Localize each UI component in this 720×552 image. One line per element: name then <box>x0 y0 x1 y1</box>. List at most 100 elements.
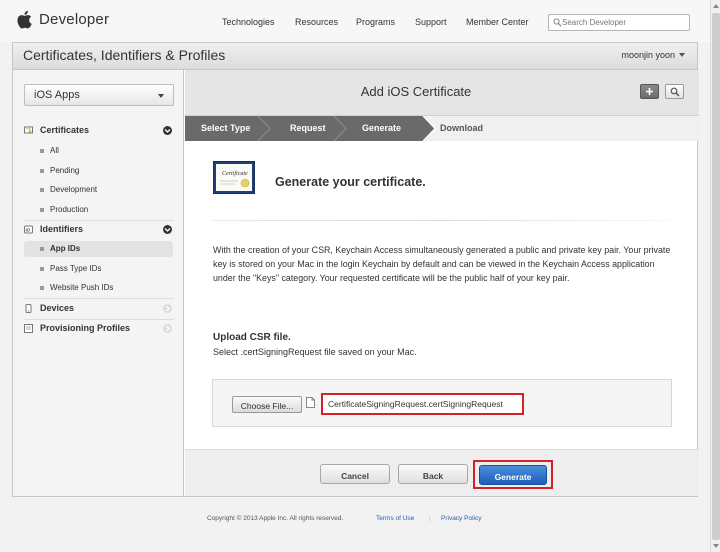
page-footer: Copyright © 2013 Apple Inc. All rights r… <box>0 515 710 527</box>
bullet <box>40 149 44 153</box>
back-button[interactable]: Back <box>398 464 468 484</box>
nav-link-support[interactable]: Support <box>415 17 447 27</box>
sidebar-item-label: All <box>50 146 59 155</box>
page-title: Certificates, Identifiers & Profiles <box>23 47 226 63</box>
top-nav: Developer Technologies Resources Program… <box>0 0 710 42</box>
bullet <box>40 286 44 290</box>
certificate-label: Certificate <box>222 170 248 177</box>
user-menu[interactable]: moonjin yoon <box>621 50 675 60</box>
generate-highlight: Generate <box>473 460 553 489</box>
collapse-icon[interactable] <box>163 225 172 234</box>
file-name-text: CertificateSigningRequest.certSigningReq… <box>328 399 503 409</box>
sidebar-item-label: Development <box>50 185 98 194</box>
nav-link-resources[interactable]: Resources <box>295 17 338 27</box>
search-input[interactable] <box>562 16 687 29</box>
search-button[interactable] <box>665 84 684 99</box>
platform-select[interactable]: iOS Apps <box>24 84 174 106</box>
sidebar-section-label: Identifiers <box>40 224 84 234</box>
sidebar: iOS Apps Certificates All Pending Develo… <box>13 70 184 496</box>
content-area: Add iOS Certificate Select Type Request … <box>185 70 699 496</box>
certificate-image: Certificate <box>213 161 255 194</box>
divider <box>24 298 174 299</box>
sidebar-section-provisioning-profiles[interactable]: Provisioning Profiles <box>13 321 184 337</box>
step-download: Download <box>440 123 483 133</box>
choose-file-button[interactable]: Choose File... <box>232 396 302 413</box>
sidebar-section-label: Devices <box>40 303 75 313</box>
sidebar-section-devices[interactable]: Devices <box>13 301 184 317</box>
dropdown-arrow-icon <box>158 94 164 98</box>
brand-name: Developer <box>39 11 110 28</box>
device-icon <box>25 304 32 313</box>
add-button[interactable] <box>640 84 659 99</box>
collapse-icon[interactable] <box>163 126 172 135</box>
platform-select-value: iOS Apps <box>34 89 80 101</box>
sidebar-section-label: Provisioning Profiles <box>40 323 131 333</box>
content-header: Add iOS Certificate <box>185 70 699 116</box>
sidebar-item-all[interactable]: All <box>24 143 173 159</box>
upload-instruction: Select .certSigningRequest file saved on… <box>213 347 417 357</box>
upload-box: Choose File... CertificateSigningRequest… <box>212 379 672 427</box>
file-icon <box>306 397 315 408</box>
description-text: With the creation of your CSR, Keychain … <box>213 245 671 284</box>
selected-file-name: CertificateSigningRequest.certSigningReq… <box>321 393 524 415</box>
scroll-down-icon[interactable] <box>713 544 719 548</box>
footer-separator: | <box>429 515 431 522</box>
sidebar-item-website-push-ids[interactable]: Website Push IDs <box>24 280 173 296</box>
certificate-icon <box>24 126 33 134</box>
section-heading: Generate your certificate. <box>275 175 426 189</box>
sidebar-item-label: Pass Type IDs <box>50 264 102 273</box>
cancel-button[interactable]: Cancel <box>320 464 390 484</box>
step-progress: Select Type Request Generate Download <box>185 116 699 141</box>
bullet <box>40 208 44 212</box>
divider <box>24 220 174 221</box>
divider <box>213 220 671 221</box>
sidebar-item-label: Pending <box>50 166 80 175</box>
bullet <box>40 169 44 173</box>
scroll-up-icon[interactable] <box>713 4 719 8</box>
sidebar-section-identifiers[interactable]: ID Identifiers <box>13 222 184 238</box>
id-icon: ID <box>24 225 33 234</box>
search-icon <box>670 87 680 97</box>
plus-icon <box>646 88 653 95</box>
sidebar-item-app-ids[interactable]: App IDs <box>24 241 173 257</box>
sidebar-item-development[interactable]: Development <box>24 182 173 198</box>
expand-icon[interactable] <box>163 324 172 333</box>
bullet <box>40 188 44 192</box>
search-icon <box>553 18 562 27</box>
form-actions: Cancel Back Generate <box>185 449 699 496</box>
generate-button[interactable]: Generate <box>479 465 547 485</box>
step-generate: Generate <box>362 123 402 133</box>
copyright-text: Copyright © 2013 Apple Inc. All rights r… <box>207 515 344 522</box>
expand-icon[interactable] <box>163 304 172 313</box>
nav-link-programs[interactable]: Programs <box>356 17 395 27</box>
main-panel: iOS Apps Certificates All Pending Develo… <box>12 70 699 497</box>
sidebar-item-label: App IDs <box>50 244 81 253</box>
step-request: Request <box>290 123 326 133</box>
search-box[interactable] <box>548 14 690 31</box>
sidebar-item-pass-type-ids[interactable]: Pass Type IDs <box>24 261 173 277</box>
nav-link-member-center[interactable]: Member Center <box>466 17 529 27</box>
sidebar-item-pending[interactable]: Pending <box>24 163 173 179</box>
nav-link-technologies[interactable]: Technologies <box>222 17 275 27</box>
page-header: Certificates, Identifiers & Profiles moo… <box>12 42 698 70</box>
scrollbar-thumb[interactable] <box>712 13 720 540</box>
terms-link[interactable]: Terms of Use <box>376 515 414 522</box>
sidebar-item-label: Production <box>50 205 89 214</box>
sidebar-item-label: Website Push IDs <box>50 283 114 292</box>
bullet <box>40 267 44 271</box>
upload-label: Upload CSR file. <box>213 332 291 343</box>
step-select-type: Select Type <box>201 123 251 133</box>
vertical-scrollbar[interactable] <box>710 0 720 552</box>
chevron-down-icon[interactable] <box>679 53 685 57</box>
sidebar-item-production[interactable]: Production <box>24 202 173 218</box>
content-title: Add iOS Certificate <box>360 84 472 99</box>
bullet <box>40 247 44 251</box>
brand[interactable]: Developer <box>16 10 109 29</box>
svg-text:ID: ID <box>26 228 31 233</box>
apple-logo-icon <box>17 10 32 29</box>
sidebar-section-label: Certificates <box>40 125 90 135</box>
privacy-link[interactable]: Privacy Policy <box>441 515 481 522</box>
profile-icon <box>24 324 33 333</box>
sidebar-section-certificates[interactable]: Certificates <box>13 123 184 139</box>
divider <box>24 319 174 320</box>
